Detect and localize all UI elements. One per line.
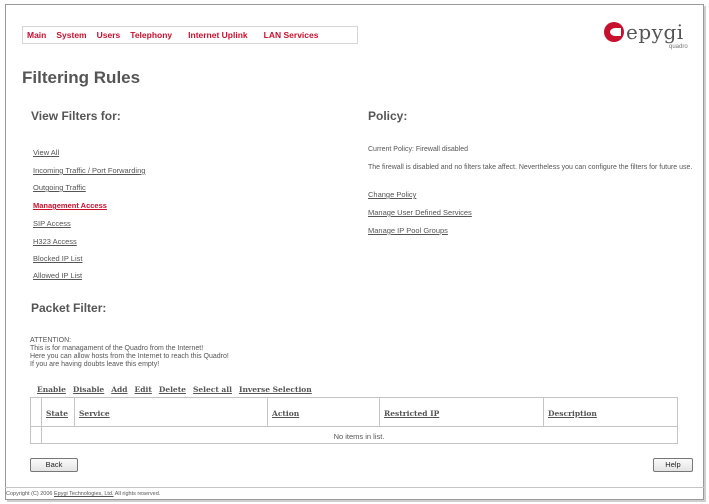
filter-link-view-all[interactable]: View All [33, 148, 59, 157]
filter-link-allowed-ip[interactable]: Allowed IP List [33, 271, 82, 280]
column-restricted-ip[interactable]: Restricted IP [379, 398, 543, 427]
filter-link-outgoing-traffic[interactable]: Outgoing Traffic [33, 183, 86, 192]
manage-services-link[interactable]: Manage User Defined Services [368, 208, 472, 217]
column-action[interactable]: Action [267, 398, 379, 427]
back-button[interactable]: Back [30, 458, 78, 472]
table-actions: Enable Disable Add Edit Delete Select al… [37, 385, 319, 394]
logo-subtitle: quadro [669, 44, 688, 50]
top-navigation: Main System Users Telephony Internet Upl… [22, 26, 358, 44]
column-state[interactable]: State [41, 398, 74, 427]
add-action[interactable]: Add [111, 385, 127, 394]
filter-link-management-access[interactable]: Management Access [33, 201, 107, 210]
company-link[interactable]: Epygi Technologies, Ltd. [54, 491, 114, 497]
select-all-action[interactable]: Select all [193, 385, 232, 394]
nav-system[interactable]: System [56, 30, 86, 40]
copyright-suffix: All rights reserved. [113, 491, 161, 497]
column-description[interactable]: Description [543, 398, 677, 427]
logo-word: epygi [626, 20, 684, 44]
logo-mark-icon [604, 22, 624, 42]
nav-internet-uplink[interactable]: Internet Uplink [188, 30, 248, 40]
attention-line-3: If you are having doubts leave this empt… [30, 361, 160, 368]
empty-list-message: No items in list. [333, 432, 385, 441]
copyright-prefix: Copyright (C) 2006 [6, 491, 54, 497]
help-button[interactable]: Help [653, 458, 693, 472]
change-policy-link[interactable]: Change Policy [368, 190, 416, 199]
view-filters-heading: View Filters for: [31, 109, 121, 123]
packet-filter-heading: Packet Filter: [31, 301, 107, 315]
filter-link-h323-access[interactable]: H323 Access [33, 237, 77, 246]
filter-link-blocked-ip[interactable]: Blocked IP List [33, 254, 82, 263]
manage-ip-pool-link[interactable]: Manage IP Pool Groups [368, 226, 448, 235]
copyright-text: Copyright (C) 2006 Epygi Technologies, L… [6, 491, 160, 497]
edit-action[interactable]: Edit [135, 385, 152, 394]
inverse-selection-action[interactable]: Inverse Selection [239, 385, 312, 394]
filter-link-sip-access[interactable]: SIP Access [33, 219, 71, 228]
filter-link-incoming-traffic[interactable]: Incoming Traffic / Port Forwarding [33, 166, 145, 175]
packet-filter-table: State Service Action Restricted IP Descr… [30, 397, 678, 444]
nav-main[interactable]: Main [27, 30, 46, 40]
nav-users[interactable]: Users [97, 30, 121, 40]
nav-telephony[interactable]: Telephony [130, 30, 172, 40]
epygi-logo: epygi quadro [604, 20, 694, 60]
column-service[interactable]: Service [74, 398, 267, 427]
delete-action[interactable]: Delete [159, 385, 186, 394]
policy-description: The firewall is disabled and no filters … [368, 164, 693, 171]
footer-divider [5, 487, 704, 488]
enable-action[interactable]: Enable [37, 385, 66, 394]
policy-heading: Policy: [368, 109, 408, 123]
disable-action[interactable]: Disable [73, 385, 104, 394]
current-policy-text: Current Policy: Firewall disabled [368, 146, 468, 153]
nav-lan-services[interactable]: LAN Services [264, 30, 319, 40]
page-title: Filtering Rules [22, 68, 141, 87]
